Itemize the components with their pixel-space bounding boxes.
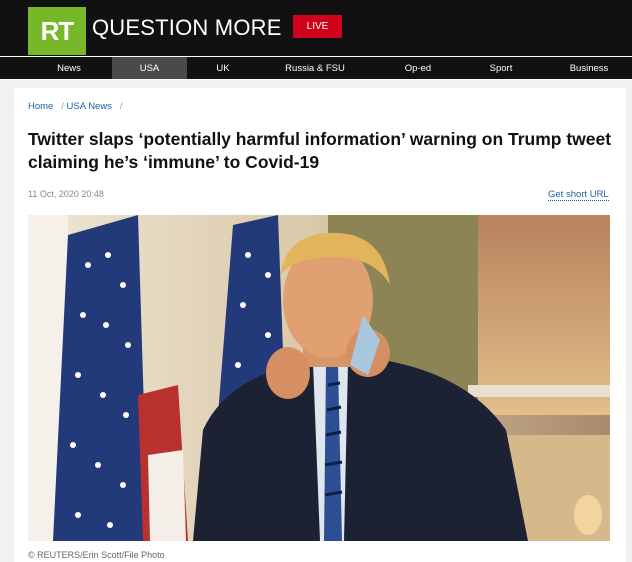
site-tagline: QUESTION MORE: [92, 15, 282, 40]
nav-item-usa[interactable]: USA: [112, 57, 187, 79]
site-header: RT QUESTION MORE LIVE: [0, 0, 632, 56]
nav-item-russia-fsu[interactable]: Russia & FSU: [280, 57, 350, 79]
nav-item-op-ed[interactable]: Op-ed: [393, 57, 443, 79]
breadcrumb-separator: /: [114, 101, 123, 112]
rt-logo[interactable]: RT: [28, 7, 86, 55]
nav-item-business[interactable]: Business: [562, 57, 616, 79]
nav-item-sport[interactable]: Sport: [478, 57, 524, 79]
logo-text: RT: [40, 15, 75, 46]
breadcrumb-usa-news[interactable]: USA News: [67, 101, 112, 112]
get-short-url-link[interactable]: Get short URL: [548, 189, 609, 201]
nav-item-uk[interactable]: UK: [200, 57, 246, 79]
article-headline: Twitter slaps ‘potentially harmful infor…: [28, 129, 612, 172]
main-nav: News USA UK Russia & FSU Op-ed Sport Bus…: [0, 57, 632, 79]
live-button[interactable]: LIVE: [293, 15, 342, 38]
article-photo-illustration: [28, 215, 610, 541]
photo-caption: © REUTERS/Erin Scott/File Photo: [28, 550, 165, 560]
article-photo: [28, 215, 610, 541]
nav-item-news[interactable]: News: [44, 57, 94, 79]
breadcrumb: Home / USA News /: [28, 101, 123, 112]
breadcrumb-separator: /: [55, 101, 64, 112]
article-date: 11 Oct, 2020 20:48: [28, 189, 104, 199]
breadcrumb-home[interactable]: Home: [28, 101, 53, 112]
